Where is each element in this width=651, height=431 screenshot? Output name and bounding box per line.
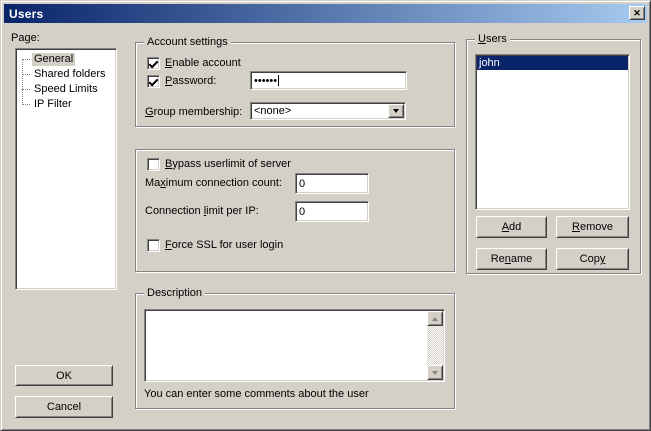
tree-item-speed-limits[interactable]: Speed Limits xyxy=(16,82,116,97)
users-caption: Users xyxy=(475,33,510,45)
users-listbox[interactable]: john xyxy=(475,54,630,210)
description-textarea[interactable] xyxy=(144,309,445,382)
force-ssl-label: Force SSL for user login xyxy=(165,239,283,252)
add-button[interactable]: Add xyxy=(476,216,547,238)
remove-button-label: Remove xyxy=(572,221,613,233)
remove-button[interactable]: Remove xyxy=(556,216,629,238)
cancel-button[interactable]: Cancel xyxy=(15,396,113,418)
connection-limit-per-ip-input[interactable]: 0 xyxy=(295,201,369,222)
copy-button[interactable]: Copy xyxy=(556,248,629,270)
tree-item-label: Shared folders xyxy=(32,68,108,81)
force-ssl-checkbox[interactable] xyxy=(147,239,160,252)
password-value: •••••• xyxy=(254,75,277,87)
text-caret xyxy=(278,75,279,86)
max-connection-count-input[interactable]: 0 xyxy=(295,173,369,194)
tree-item-general[interactable]: General xyxy=(16,52,116,67)
scroll-down-button[interactable] xyxy=(427,365,443,380)
group-membership-label: Group membership: xyxy=(145,106,242,119)
close-button[interactable]: ✕ xyxy=(629,6,645,20)
scroll-up-button[interactable] xyxy=(427,311,443,326)
enable-account-checkbox[interactable] xyxy=(147,57,160,70)
tree-item-label: IP Filter xyxy=(32,98,74,111)
ok-button[interactable]: OK xyxy=(15,365,113,386)
tree-item-label: Speed Limits xyxy=(32,83,100,96)
rename-button-label: Rename xyxy=(491,253,533,265)
cancel-button-label: Cancel xyxy=(47,401,81,413)
account-settings-group: Account settings Enable account Password… xyxy=(135,42,455,127)
group-membership-value: <none> xyxy=(254,105,291,117)
bypass-userlimit-checkbox[interactable] xyxy=(147,158,160,171)
rename-button[interactable]: Rename xyxy=(476,248,547,270)
tree-item-ip-filter[interactable]: IP Filter xyxy=(16,97,116,112)
add-button-label: Add xyxy=(502,221,522,233)
account-settings-caption: Account settings xyxy=(144,36,231,48)
max-connection-count-label: Maximum connection count: xyxy=(145,177,282,190)
page-label: Page: xyxy=(11,32,40,44)
page-tree[interactable]: General Shared folders Speed Limits IP F… xyxy=(15,48,117,290)
copy-button-label: Copy xyxy=(580,253,606,265)
users-dialog: Users ✕ Page: General Shared folders Spe… xyxy=(0,0,651,431)
description-scrollbar[interactable] xyxy=(427,311,443,380)
window-title: Users xyxy=(9,7,43,21)
password-input[interactable]: •••••• xyxy=(250,71,407,90)
description-hint: You can enter some comments about the us… xyxy=(144,388,369,401)
close-icon: ✕ xyxy=(633,9,641,18)
max-connection-count-value: 0 xyxy=(299,178,305,190)
tree-item-label: General xyxy=(32,53,75,66)
titlebar: Users xyxy=(4,4,647,23)
group-membership-select[interactable]: <none> xyxy=(250,102,406,120)
description-group: Description You can enter some comments … xyxy=(135,293,455,409)
bypass-userlimit-label: Bypass userlimit of server xyxy=(165,158,291,171)
dropdown-button[interactable] xyxy=(388,104,404,118)
user-name: john xyxy=(479,57,500,69)
scroll-down-icon xyxy=(432,371,438,375)
user-list-item[interactable]: john xyxy=(477,56,628,70)
connection-limits-group: Bypass userlimit of server Maximum conne… xyxy=(135,149,455,272)
password-checkbox[interactable] xyxy=(147,75,160,88)
description-caption: Description xyxy=(144,287,205,299)
ok-button-label: OK xyxy=(56,370,72,382)
chevron-down-icon xyxy=(393,109,399,113)
enable-account-label: Enable account xyxy=(165,57,241,70)
connection-limit-per-ip-value: 0 xyxy=(299,206,305,218)
scroll-up-icon xyxy=(432,317,438,321)
password-label: Password: xyxy=(165,75,216,88)
connection-limit-per-ip-label: Connection limit per IP: xyxy=(145,205,259,218)
tree-item-shared-folders[interactable]: Shared folders xyxy=(16,67,116,82)
users-group: Users john Add Remove Rename Copy xyxy=(466,39,641,274)
